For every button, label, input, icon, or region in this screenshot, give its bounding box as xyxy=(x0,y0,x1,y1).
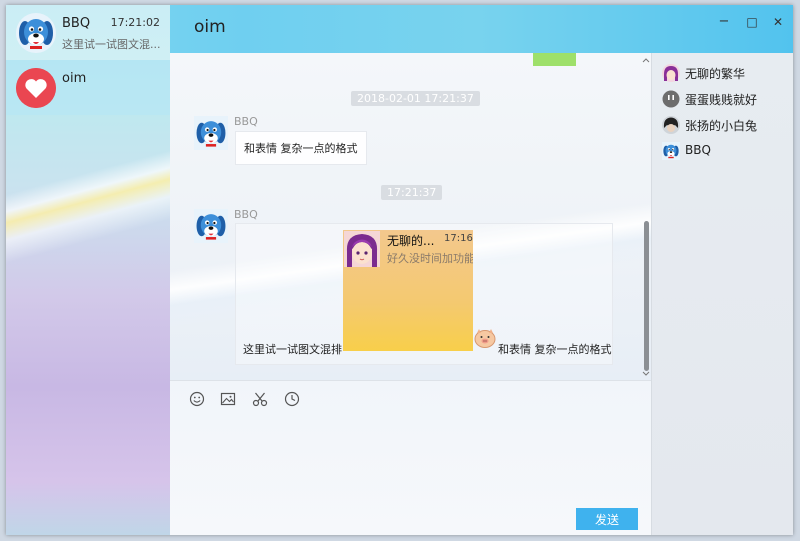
member-name: 蛋蛋贱贱就好 xyxy=(685,93,758,107)
card-name: 无聊的... xyxy=(387,234,435,248)
member-item[interactable]: 张扬的小白兔 xyxy=(662,115,792,135)
clock-icon[interactable] xyxy=(283,390,301,408)
message-sender: BBQ xyxy=(234,115,258,128)
emoji-icon[interactable] xyxy=(188,390,206,408)
blue-dog-icon xyxy=(16,13,56,53)
blue-dog-avatar-icon xyxy=(662,142,680,160)
gray-face-avatar-icon xyxy=(662,90,680,108)
message-timestamp: 17:21:37 xyxy=(381,185,443,200)
chat-title: oim xyxy=(194,17,226,37)
anime-girl-avatar-icon xyxy=(662,64,680,82)
heart-icon xyxy=(16,68,56,108)
avatar xyxy=(16,13,56,53)
send-button[interactable]: 发送 xyxy=(576,508,638,530)
blue-dog-icon[interactable] xyxy=(194,116,228,150)
maximize-button[interactable]: □ xyxy=(744,14,760,30)
card-time: 17:16: xyxy=(444,233,473,244)
member-name: BBQ xyxy=(685,143,711,157)
anime-girl-icon xyxy=(344,231,380,267)
session-time: 17:21:02 xyxy=(110,16,160,29)
outgoing-bubble-partial xyxy=(533,53,576,66)
scroll-down-icon[interactable] xyxy=(642,371,650,377)
member-item[interactable]: 无聊的繁华 xyxy=(662,63,792,83)
session-preview: 这里试一试图文混... xyxy=(62,38,161,51)
minimize-button[interactable]: − xyxy=(716,14,732,30)
session-name: oim xyxy=(62,71,87,86)
scrollbar-thumb[interactable] xyxy=(644,221,649,371)
chat-window: BBQ 17:21:02 这里试一试图文混... oim oim − □ ✕ 2… xyxy=(6,5,793,535)
member-item[interactable]: BBQ xyxy=(662,141,792,161)
member-list: 无聊的繁华 蛋蛋贱贱就好 张扬的小白兔 BBQ xyxy=(651,53,793,535)
dark-hair-avatar-icon xyxy=(662,116,680,134)
message-timestamp: 2018-02-01 17:21:37 xyxy=(351,91,480,106)
message-bubble[interactable]: 和表情 复杂一点的格式 xyxy=(235,131,367,165)
message-sender: BBQ xyxy=(234,208,258,221)
session-name: BBQ xyxy=(62,16,91,31)
member-name: 无聊的繁华 xyxy=(685,67,746,81)
avatar xyxy=(16,68,56,108)
close-button[interactable]: ✕ xyxy=(770,14,786,30)
session-item-bbq[interactable]: BBQ 17:21:02 这里试一试图文混... xyxy=(6,5,170,60)
message-text: 和表情 复杂一点的格式 xyxy=(244,142,358,155)
embedded-image[interactable]: 无聊的... 17:16: 好久没时间加功能. xyxy=(343,230,473,351)
blue-dog-icon[interactable] xyxy=(194,209,228,243)
image-icon[interactable] xyxy=(219,390,237,408)
scroll-up-icon[interactable] xyxy=(642,57,650,63)
member-item[interactable]: 蛋蛋贱贱就好 xyxy=(662,89,792,109)
pig-emoji-icon xyxy=(474,329,496,348)
card-preview: 好久没时间加功能. xyxy=(387,252,473,265)
message-text-after: 和表情 复杂一点的格式 xyxy=(498,343,612,356)
message-text-before: 这里试一试图文混排 xyxy=(243,343,342,356)
session-sidebar: BBQ 17:21:02 这里试一试图文混... oim xyxy=(6,5,170,535)
message-input-area[interactable]: 发送 xyxy=(170,380,651,535)
member-name: 张扬的小白兔 xyxy=(685,119,758,133)
message-bubble[interactable]: 这里试一试图文混排 无聊的... 17:16: 好久没时间加功能. 和表情 复杂… xyxy=(235,223,613,365)
session-item-oim[interactable]: oim xyxy=(6,60,170,115)
message-list[interactable]: 2018-02-01 17:21:37 BBQ 和表情 复杂一点的格式 17:2… xyxy=(170,53,651,380)
scissors-icon[interactable] xyxy=(251,390,269,408)
